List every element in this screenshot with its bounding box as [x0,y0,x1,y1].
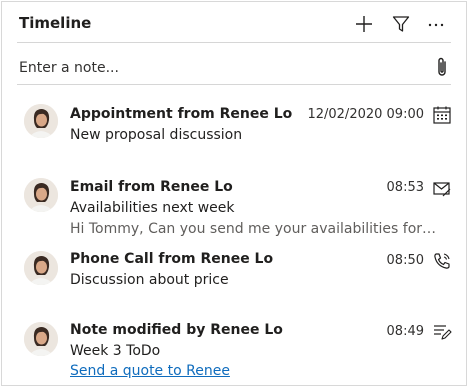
plus-icon [356,16,372,32]
more-ellipsis-icon [428,23,444,27]
note-composer [2,46,466,86]
email-icon [433,182,451,197]
entry-timestamp: 12/02/2020 09:00 [307,107,424,122]
entry-subtitle: New proposal discussion [70,127,243,143]
entry-subtitle: Availabilities next week [70,200,235,216]
entry-timestamp: 08:53 [386,180,424,195]
avatar [24,104,58,138]
note-icon [434,325,452,340]
entry-subtitle: Week 3 ToDo [70,343,161,359]
timeline-entry-phone-call[interactable]: Phone Call from Renee Lo Discussion abou… [2,249,466,293]
entry-title: Note modified by Renee Lo [70,322,283,338]
send-quote-link[interactable]: Send a quote to Renee [70,363,230,379]
entry-subtitle: Discussion about price [70,272,229,288]
avatar [24,178,58,212]
note-input[interactable] [19,58,399,78]
filter-button[interactable] [388,11,414,37]
timeline-title: Timeline [19,14,92,32]
calendar-icon [433,106,451,124]
add-button[interactable] [351,11,377,37]
entry-title: Email from Renee Lo [70,179,233,195]
avatar [24,251,58,285]
note-divider [17,84,451,85]
timeline-entry-appointment[interactable]: Appointment from Renee Lo New proposal d… [2,102,466,157]
header-divider [17,42,451,43]
filter-icon [392,16,410,32]
timeline-header: Timeline [2,2,466,43]
timeline-entry-email[interactable]: Email from Renee Lo Availabilities next … [2,176,466,238]
paperclip-icon[interactable] [434,56,450,78]
entry-title: Appointment from Renee Lo [70,106,293,122]
entry-timestamp: 08:50 [386,253,424,268]
entry-title: Phone Call from Renee Lo [70,251,274,267]
avatar [24,322,58,356]
timeline-panel: Timeline Enter a note... Appointment fro… [1,1,467,386]
phone-icon [434,253,450,269]
timeline-entry-note[interactable]: Note modified by Renee Lo Week 3 ToDo Se… [2,320,466,382]
more-options-button[interactable] [423,11,449,37]
entry-timestamp: 08:49 [386,324,424,339]
entry-preview: Hi Tommy, Can you send me your availabil… [70,221,440,237]
